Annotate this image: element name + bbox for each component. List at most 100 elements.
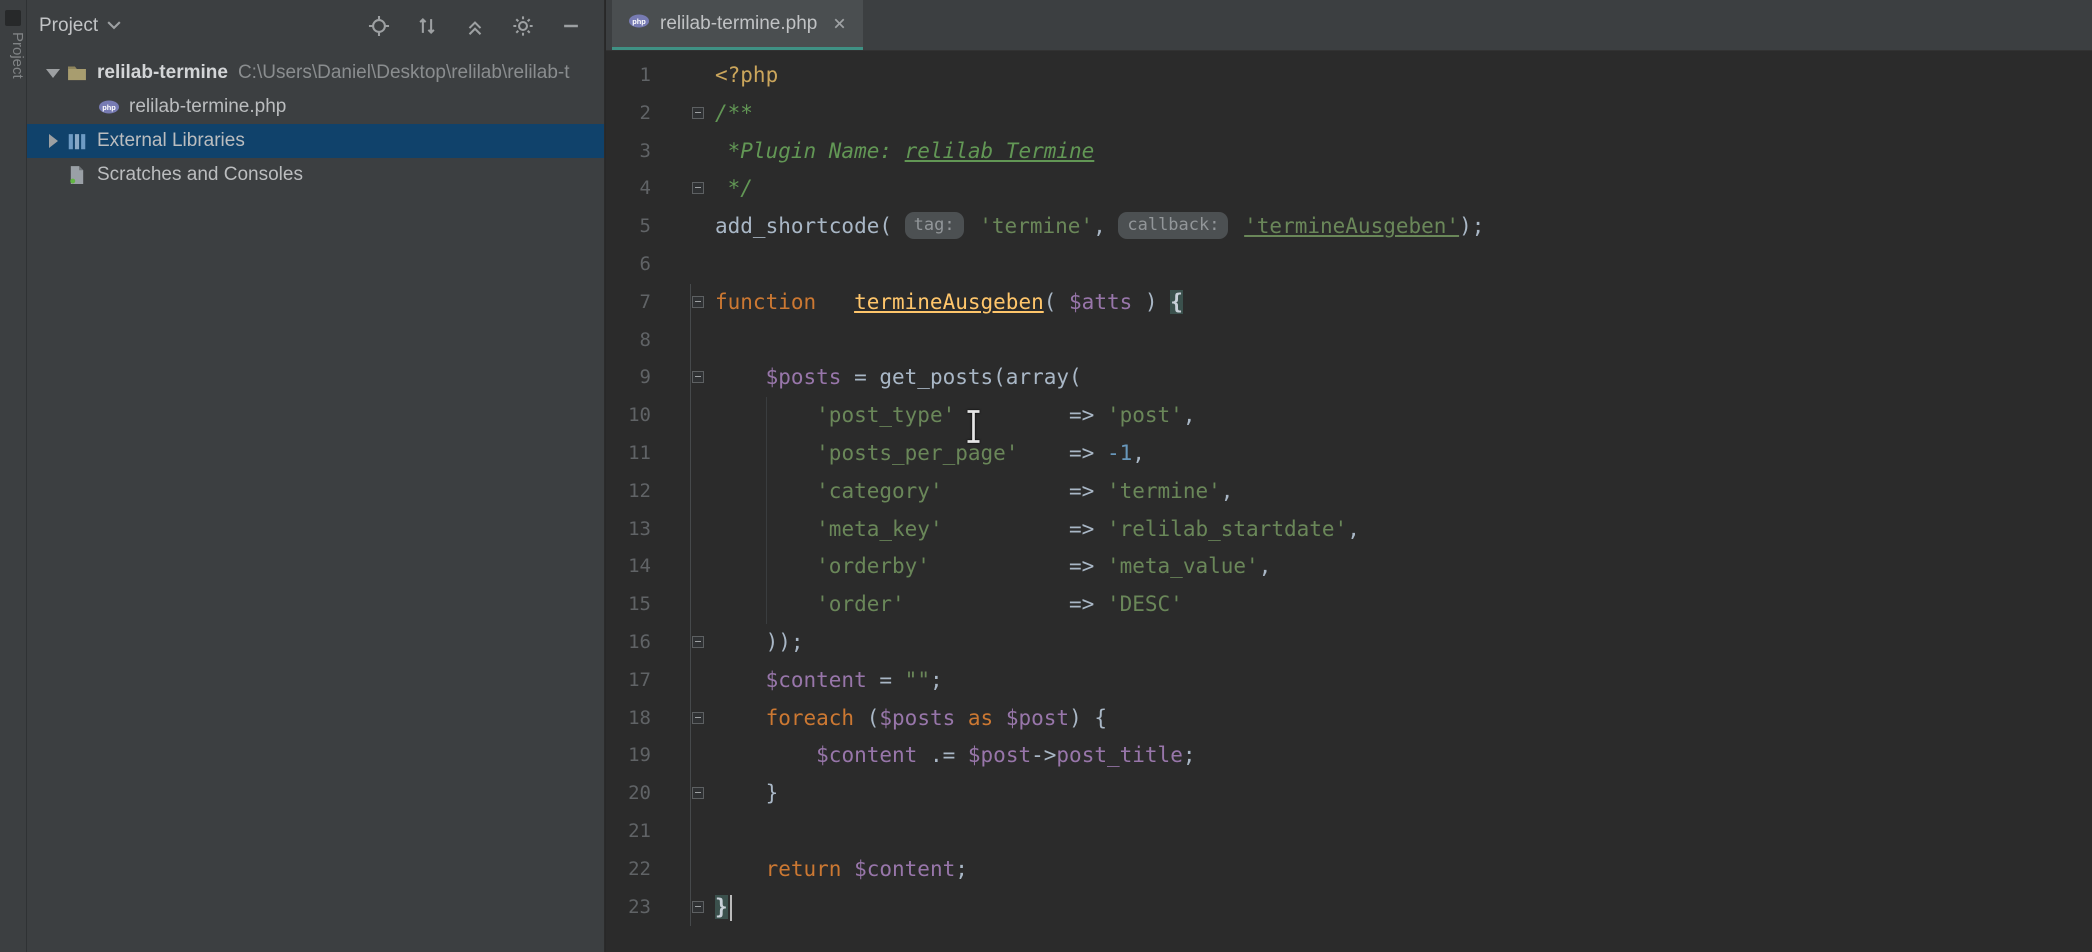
tree-item-relilab-termine-php[interactable]: phprelilab-termine.php xyxy=(27,90,604,124)
code-text: $content = ""; xyxy=(715,662,943,700)
fold-column xyxy=(689,208,709,246)
gutter: 17 xyxy=(606,662,715,700)
code-text: *Plugin Name: relilab Termine xyxy=(715,133,1094,171)
fold-end-icon[interactable] xyxy=(692,901,704,913)
code-text: $content .= $post->post_title; xyxy=(715,737,1196,775)
tree-item-scratches-and-consoles[interactable]: Scratches and Consoles xyxy=(27,158,604,192)
line-number[interactable]: 20 xyxy=(606,775,651,813)
fold-column xyxy=(689,95,709,133)
line-number[interactable]: 18 xyxy=(606,700,651,738)
chevron-down-icon[interactable] xyxy=(41,69,65,78)
fold-start-icon[interactable] xyxy=(692,107,704,119)
line-number[interactable]: 6 xyxy=(606,246,651,284)
line-number[interactable]: 23 xyxy=(606,889,651,927)
line-number[interactable]: 5 xyxy=(606,208,651,246)
line-number[interactable]: 11 xyxy=(606,435,651,473)
locate-icon[interactable] xyxy=(368,15,390,37)
code-line[interactable]: 17 $content = ""; xyxy=(606,662,2092,700)
code-editor[interactable]: 1 <?php2/**3 *Plugin Name: relilab Termin… xyxy=(606,50,2092,952)
project-stripe-label[interactable]: Project xyxy=(0,32,26,79)
code-line[interactable]: 22 return $content; xyxy=(606,851,2092,889)
line-number[interactable]: 15 xyxy=(606,586,651,624)
code-line[interactable]: 12 'category' => 'termine', xyxy=(606,473,2092,511)
line-number[interactable]: 19 xyxy=(606,737,651,775)
code-line[interactable]: 2/** xyxy=(606,95,2092,133)
fold-end-icon[interactable] xyxy=(692,787,704,799)
fold-column xyxy=(689,775,709,813)
code-line[interactable]: 13 'meta_key' => 'relilab_startdate', xyxy=(606,511,2092,549)
fold-start-icon[interactable] xyxy=(692,712,704,724)
collapse-all-icon[interactable] xyxy=(464,15,486,37)
line-number[interactable]: 1 xyxy=(606,57,651,95)
fold-start-icon[interactable] xyxy=(692,296,704,308)
code-line[interactable]: 6 xyxy=(606,246,2092,284)
line-number[interactable]: 16 xyxy=(606,624,651,662)
line-number[interactable]: 14 xyxy=(606,548,651,586)
editor-tab-bar: php relilab-termine.php xyxy=(606,0,2092,51)
fold-column xyxy=(689,737,709,775)
code-line[interactable]: 3 *Plugin Name: relilab Termine xyxy=(606,133,2092,171)
code-line[interactable]: 21 xyxy=(606,813,2092,851)
line-number[interactable]: 10 xyxy=(606,397,651,435)
line-number[interactable]: 21 xyxy=(606,813,651,851)
line-number[interactable]: 9 xyxy=(606,359,651,397)
gutter: 6 xyxy=(606,246,715,284)
code-text: add_shortcode( tag: 'termine', callback:… xyxy=(715,208,1484,246)
line-number[interactable]: 3 xyxy=(606,133,651,171)
code-line[interactable]: 15 'order' => 'DESC' xyxy=(606,586,2092,624)
code-line[interactable]: 18 foreach ($posts as $post) { xyxy=(606,700,2092,738)
line-number[interactable]: 7 xyxy=(606,284,651,322)
gutter: 22 xyxy=(606,851,715,889)
code-line[interactable]: 20 } xyxy=(606,775,2092,813)
fold-end-icon[interactable] xyxy=(692,636,704,648)
code-line[interactable]: 5 add_shortcode( tag: 'termine', callback… xyxy=(606,208,2092,246)
settings-icon[interactable] xyxy=(512,15,534,37)
php-file-icon: php xyxy=(628,10,650,37)
line-number[interactable]: 4 xyxy=(606,170,651,208)
code-line[interactable]: 23} xyxy=(606,889,2092,927)
tree-item-label: relilab-termine xyxy=(97,62,228,84)
close-icon[interactable] xyxy=(831,16,847,32)
fold-column xyxy=(689,473,709,511)
svg-text:php: php xyxy=(632,17,646,26)
code-line[interactable]: 19 $content .= $post->post_title; xyxy=(606,737,2092,775)
code-line[interactable]: 4 */ xyxy=(606,170,2092,208)
tree-item-relilab-termine[interactable]: relilab-termineC:\Users\Daniel\Desktop\r… xyxy=(27,56,604,90)
fold-end-icon[interactable] xyxy=(692,182,704,194)
code-line[interactable]: 10 'post_type' => 'post', xyxy=(606,397,2092,435)
gutter: 5 xyxy=(606,208,715,246)
code-line[interactable]: 8 xyxy=(606,322,2092,360)
line-number[interactable]: 2 xyxy=(606,95,651,133)
sort-icon[interactable] xyxy=(416,15,438,37)
tree-item-external-libraries[interactable]: External Libraries xyxy=(27,124,604,158)
project-panel-title[interactable]: Project xyxy=(39,15,98,37)
code-line[interactable]: 16 )); xyxy=(606,624,2092,662)
editor: php relilab-termine.php 1 <?php2/**3 *Plu… xyxy=(605,0,2092,952)
fold-start-icon[interactable] xyxy=(692,371,704,383)
code-line[interactable]: 11 'posts_per_page' => -1, xyxy=(606,435,2092,473)
ide-window: Project Project relilab-termineC:\Users\… xyxy=(0,0,2092,952)
code-text: <?php xyxy=(715,57,778,95)
tree-item-label: External Libraries xyxy=(97,130,245,152)
line-number[interactable]: 17 xyxy=(606,662,651,700)
hide-icon[interactable] xyxy=(560,15,582,37)
fold-column xyxy=(689,662,709,700)
line-number[interactable]: 22 xyxy=(606,851,651,889)
code-line[interactable]: 14 'orderby' => 'meta_value', xyxy=(606,548,2092,586)
gutter: 7 xyxy=(606,284,715,322)
code-text: 'order' => 'DESC' xyxy=(715,586,1183,624)
tab-relilab-termine-php[interactable]: php relilab-termine.php xyxy=(612,0,863,50)
fold-column xyxy=(689,322,709,360)
tree-item-label: relilab-termine.php xyxy=(129,96,286,118)
code-line[interactable]: 7function termineAusgeben( $atts ) { xyxy=(606,284,2092,322)
code-line[interactable]: 9 $posts = get_posts(array( xyxy=(606,359,2092,397)
code-line[interactable]: 1 <?php xyxy=(606,57,2092,95)
gutter: 4 xyxy=(606,170,715,208)
chevron-right-icon[interactable] xyxy=(41,134,65,148)
line-number[interactable]: 12 xyxy=(606,473,651,511)
line-number[interactable]: 13 xyxy=(606,511,651,549)
line-number[interactable]: 8 xyxy=(606,322,651,360)
chevron-down-icon[interactable] xyxy=(107,17,121,35)
menu-icon[interactable] xyxy=(5,10,21,26)
gutter: 18 xyxy=(606,700,715,738)
